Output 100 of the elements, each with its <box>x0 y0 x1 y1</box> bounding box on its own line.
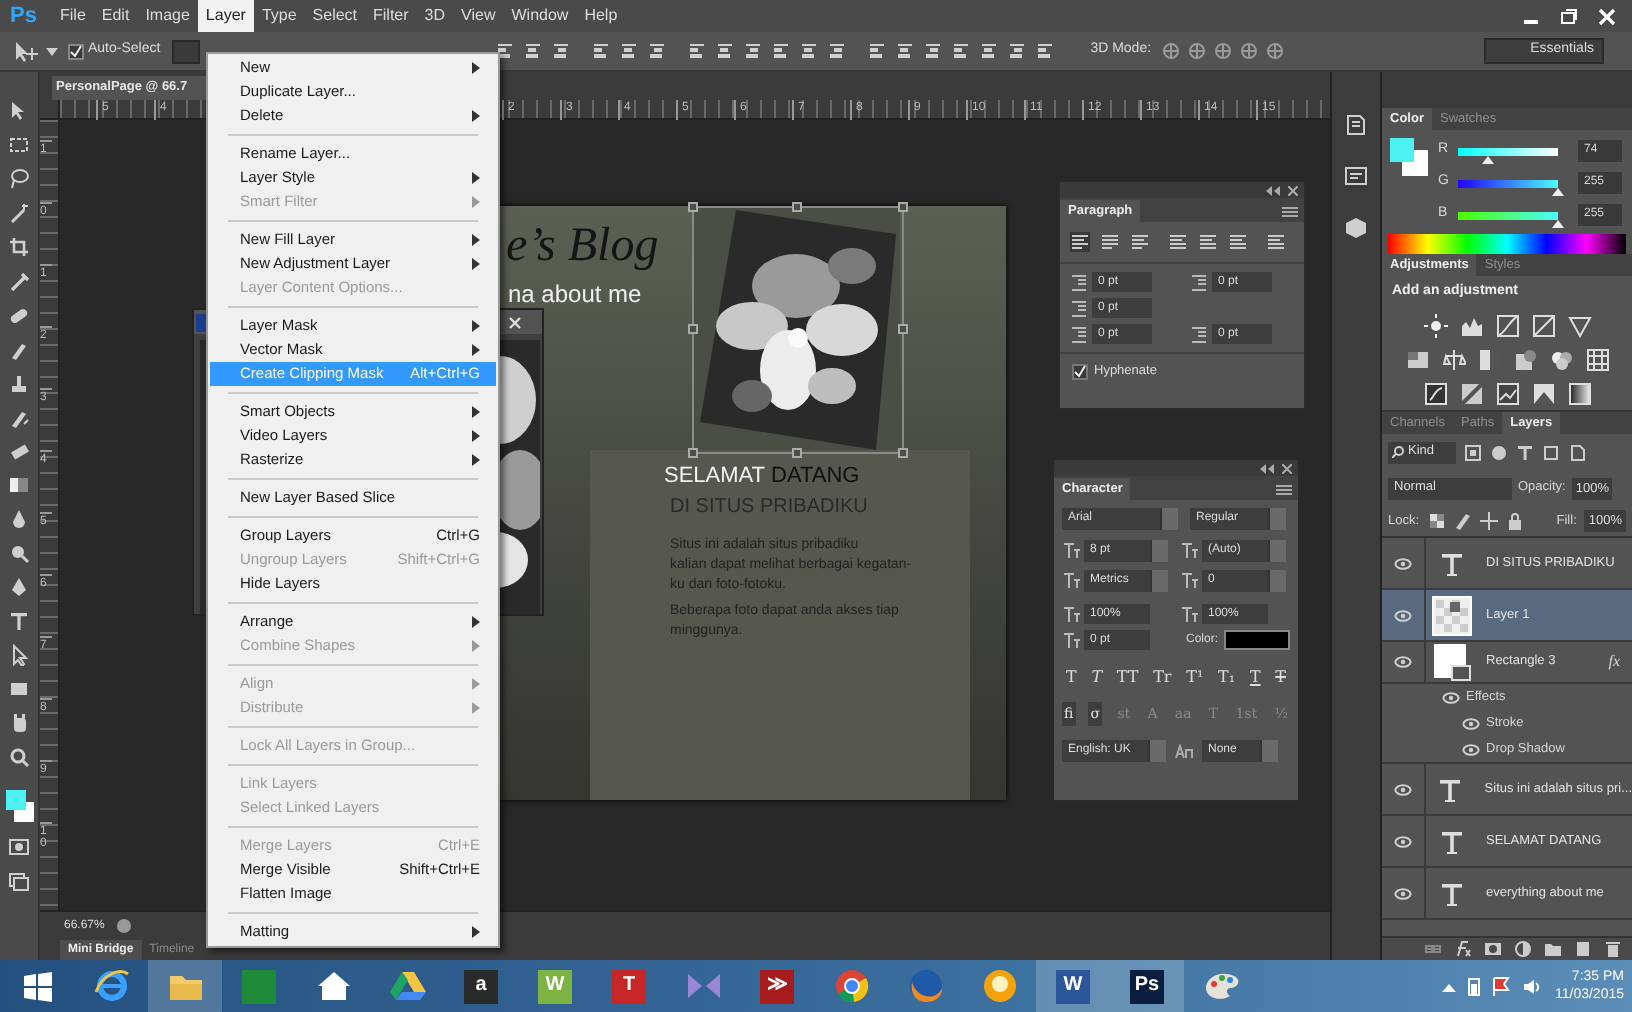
stamp-icon[interactable] <box>8 372 30 394</box>
pen-icon[interactable] <box>8 576 30 598</box>
panel-menu-icon[interactable] <box>1282 206 1298 218</box>
adjustment-icon[interactable] <box>1513 347 1537 371</box>
type-tool-icon[interactable] <box>8 610 30 632</box>
menu-item[interactable]: Layer <box>197 0 254 32</box>
type-style-button[interactable]: T <box>1091 666 1103 690</box>
align-text-icon[interactable] <box>1168 232 1188 252</box>
eye-icon[interactable] <box>1393 781 1412 797</box>
restore-icon[interactable] <box>1560 7 1578 25</box>
half-circle-icon[interactable] <box>1514 940 1532 958</box>
3d-tool-icon[interactable] <box>1265 42 1284 60</box>
menu-item[interactable]: Filter <box>365 0 417 32</box>
adjustment-icon[interactable] <box>1549 347 1573 371</box>
transform-handle[interactable] <box>792 448 802 458</box>
taskbar-button[interactable]: W <box>1036 960 1110 1012</box>
taskbar-button[interactable]: T <box>592 960 666 1012</box>
crop-icon[interactable] <box>8 236 30 258</box>
align-text-icon[interactable] <box>1198 232 1218 252</box>
status-menu-icon[interactable] <box>116 918 133 934</box>
align-icon[interactable] <box>980 42 999 60</box>
adjustment-icon[interactable] <box>1459 313 1483 337</box>
menu-item[interactable]: Help <box>576 0 626 32</box>
magnifier-icon[interactable] <box>8 542 30 564</box>
align-icon[interactable] <box>688 42 707 60</box>
align-icon[interactable] <box>496 42 515 60</box>
link-icon[interactable] <box>1424 940 1442 958</box>
3d-tool-icon[interactable] <box>1213 42 1232 60</box>
align-icon[interactable] <box>868 42 887 60</box>
lasso-icon[interactable] <box>8 168 30 190</box>
menu-item[interactable]: File <box>52 0 94 32</box>
eye-icon[interactable] <box>1394 555 1412 571</box>
battery-icon[interactable] <box>1468 976 1481 996</box>
transform-handle[interactable] <box>688 324 698 334</box>
new-layer-icon[interactable] <box>1574 940 1592 958</box>
cube-icon[interactable] <box>1344 216 1368 240</box>
3d-tool-icon[interactable] <box>1161 42 1180 60</box>
filter-icon[interactable] <box>1516 443 1534 461</box>
color-spectrum[interactable] <box>1388 234 1626 254</box>
align-icon[interactable] <box>828 42 847 60</box>
slider-thumb[interactable] <box>1481 155 1493 163</box>
checkbox-icon[interactable] <box>68 43 84 59</box>
align-icon[interactable] <box>648 42 667 60</box>
eye-icon[interactable] <box>1462 715 1480 731</box>
screen-mode-icon[interactable] <box>8 870 30 892</box>
type-style-button[interactable]: T¹ <box>1186 666 1204 690</box>
align-icon[interactable] <box>800 42 819 60</box>
menu-item[interactable]: 3D <box>416 0 454 32</box>
pointer-icon[interactable] <box>8 644 30 666</box>
text-color-swatch[interactable] <box>1224 630 1290 650</box>
align-icon[interactable] <box>1036 42 1055 60</box>
checkbox-icon[interactable] <box>1072 363 1088 380</box>
align-icon[interactable] <box>1008 42 1027 60</box>
align-text-icon[interactable] <box>1266 232 1286 252</box>
properties-icon[interactable] <box>1344 164 1368 188</box>
caret-icon[interactable] <box>46 45 58 57</box>
align-text-icon[interactable] <box>1130 232 1150 252</box>
speaker-icon[interactable] <box>1522 977 1543 995</box>
align-text-icon[interactable] <box>1228 232 1248 252</box>
adjustment-icon[interactable] <box>1405 347 1429 371</box>
move-arrow-icon[interactable] <box>12 39 40 63</box>
magnifier-icon[interactable] <box>8 746 30 768</box>
slider-thumb[interactable] <box>1552 187 1564 195</box>
dashed-rectangle-icon[interactable] <box>8 134 30 156</box>
type-style-button[interactable]: T <box>1275 666 1286 690</box>
padlock-icon[interactable] <box>1505 512 1524 530</box>
eye-icon[interactable] <box>1394 833 1412 849</box>
align-icon[interactable] <box>552 42 571 60</box>
type-style-button[interactable]: Tr <box>1153 666 1172 690</box>
3d-tool-icon[interactable] <box>1187 42 1206 60</box>
drop-icon[interactable] <box>8 508 30 530</box>
menu-item[interactable]: Image <box>137 0 198 32</box>
3d-tool-icon[interactable] <box>1239 42 1258 60</box>
flag-icon[interactable] <box>1492 976 1511 996</box>
type-style-button[interactable]: T <box>1066 666 1077 690</box>
panel-menu-icon[interactable] <box>1276 484 1292 496</box>
fx-icon[interactable] <box>1454 940 1472 958</box>
align-icon[interactable] <box>524 42 543 60</box>
menu-item[interactable]: Edit <box>93 0 138 32</box>
transform-handle[interactable] <box>688 448 698 458</box>
transform-handle[interactable] <box>898 202 908 212</box>
history-icon[interactable] <box>1344 112 1368 136</box>
eye-icon[interactable] <box>1394 654 1412 670</box>
transform-handle[interactable] <box>792 202 802 212</box>
brush-icon[interactable] <box>1453 512 1472 530</box>
menu-item[interactable]: View <box>453 0 504 32</box>
color-swatch-icon[interactable] <box>1388 136 1432 180</box>
dropdown-field[interactable] <box>172 39 201 63</box>
align-icon[interactable] <box>924 42 943 60</box>
align-icon[interactable] <box>896 42 915 60</box>
menu-item[interactable]: Select <box>304 0 366 32</box>
taskbar-button[interactable]: a <box>444 960 518 1012</box>
transform-handle[interactable] <box>898 448 908 458</box>
gradient-icon[interactable] <box>8 474 30 496</box>
eye-icon[interactable] <box>1394 885 1412 901</box>
rectangle-icon[interactable] <box>8 678 30 700</box>
align-icon[interactable] <box>952 42 971 60</box>
align-text-icon[interactable] <box>1100 232 1120 252</box>
type-style-button[interactable]: T₁ <box>1218 666 1236 690</box>
dropper-icon[interactable] <box>8 270 30 292</box>
